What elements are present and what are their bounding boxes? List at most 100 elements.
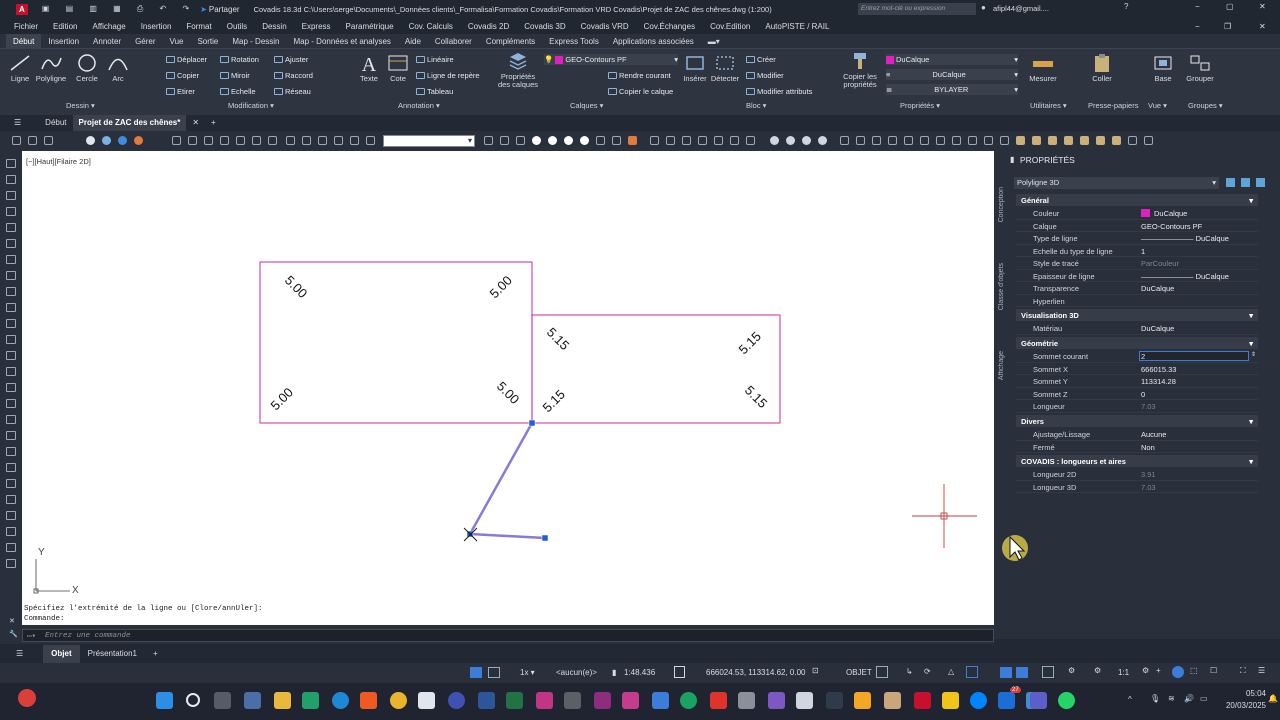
teams-icon[interactable] <box>1030 692 1047 709</box>
menu-item[interactable]: Dessin <box>262 22 286 31</box>
layer-dropdown[interactable]: 💡 GEO-Contours PF ▾ <box>544 54 678 65</box>
array-button[interactable]: Réseau <box>274 87 311 96</box>
word-icon[interactable] <box>478 692 495 709</box>
panel-bloc[interactable]: Bloc ▾ <box>746 101 766 110</box>
search-field[interactable]: Entrez mot-clé ou expression <box>858 3 976 15</box>
menu-item[interactable]: Outils <box>227 22 247 31</box>
toolbar-icon[interactable] <box>1016 136 1025 145</box>
trim-button[interactable]: Ajuster <box>274 55 308 64</box>
toolbar-icon[interactable] <box>856 136 865 145</box>
toolbar-icon[interactable] <box>236 136 245 145</box>
prop-row[interactable]: Matériau DuCalque <box>1016 322 1258 335</box>
grid-toggle-icon[interactable] <box>470 667 482 678</box>
copy-button[interactable]: Copier <box>166 71 199 80</box>
prop-row[interactable]: Hyperlien <box>1016 295 1258 307</box>
calculator-icon[interactable] <box>244 692 261 709</box>
stretch-button[interactable]: Etirer <box>166 87 195 96</box>
app-icon[interactable] <box>998 692 1015 709</box>
toolbar-icon[interactable] <box>952 136 961 145</box>
volume-icon[interactable]: 🔊 <box>1184 694 1194 703</box>
hamburger-menu-icon[interactable]: ☰ <box>8 115 27 131</box>
toolbar-icon[interactable] <box>968 136 977 145</box>
section-visualisation[interactable]: Visualisation 3D ▾ <box>1016 309 1258 321</box>
toolbar-icon[interactable] <box>1080 136 1089 145</box>
leader-button[interactable]: Ligne de repère <box>416 71 480 80</box>
toolbar-icon[interactable] <box>1064 136 1073 145</box>
app-icon[interactable] <box>564 692 581 709</box>
snap-toggle-icon[interactable] <box>488 667 500 678</box>
app-icon[interactable] <box>418 692 435 709</box>
tool-icon[interactable] <box>6 431 16 440</box>
minimize-icon[interactable]: − <box>1195 2 1200 11</box>
menu-item[interactable]: Affichage <box>92 22 125 31</box>
isolate-icon[interactable] <box>1172 666 1184 678</box>
toolbar-icon[interactable] <box>532 136 541 145</box>
tool-icon[interactable] <box>6 367 16 376</box>
toolbar-icon[interactable] <box>1096 136 1105 145</box>
side-tab-affichage[interactable]: Affichage <box>998 351 1005 380</box>
ribbon-tab[interactable]: Map - Données et analyses <box>287 34 398 49</box>
toolbar-icon[interactable] <box>1144 136 1153 145</box>
make-current-button[interactable]: Rendre courant <box>608 71 671 80</box>
ribbon-tab[interactable]: Vue <box>163 34 191 49</box>
prop-row[interactable]: Sommet Z 0 <box>1016 388 1258 400</box>
clock-date[interactable]: 20/03/2025 <box>1218 701 1266 710</box>
paste-button[interactable]: Coller <box>1088 53 1116 83</box>
menu-item[interactable]: Cov.Edition <box>710 22 750 31</box>
ribbon-tab[interactable]: Applications associées <box>606 34 701 49</box>
rotate-button[interactable]: Rotation <box>220 55 259 64</box>
toolbar-icon[interactable] <box>44 136 53 145</box>
app-logo[interactable]: A <box>16 3 28 15</box>
toolbar-icon[interactable] <box>770 136 779 145</box>
table-button[interactable]: Tableau <box>416 87 453 96</box>
wifi-icon[interactable]: ≋ <box>1168 694 1175 703</box>
tool-icon[interactable] <box>6 495 16 504</box>
linear-button[interactable]: Linéaire <box>416 55 454 64</box>
panel-dessin[interactable]: Dessin ▾ <box>66 101 95 110</box>
share-icon[interactable]: ➤ <box>200 5 207 14</box>
toolbar-dropdown[interactable]: ▾ <box>383 135 475 147</box>
lineweight-dropdown[interactable]: ≣ BYLAYER ▾ <box>886 84 1018 95</box>
ribbon-tab[interactable]: Express Tools <box>542 34 606 49</box>
app-icon[interactable] <box>796 692 813 709</box>
model-space-button[interactable]: OBJET <box>846 668 872 677</box>
snap-mode-icon[interactable]: ↳ <box>906 667 913 676</box>
toolbar-icon[interactable] <box>302 136 311 145</box>
transparency-toggle-icon[interactable] <box>1016 667 1028 678</box>
doc-tab-project[interactable]: Projet de ZAC des chênes* <box>72 115 187 131</box>
prop-row[interactable]: Transparence DuCalque <box>1016 282 1258 295</box>
polar-icon[interactable]: △ <box>948 667 954 676</box>
tool-icon[interactable] <box>6 159 16 168</box>
toolbar-icon[interactable] <box>1032 136 1041 145</box>
toolbar-icon[interactable] <box>698 136 707 145</box>
toolbar-icon[interactable] <box>888 136 897 145</box>
tool-icon[interactable] <box>6 271 16 280</box>
menu-item[interactable]: Cov. Calculs <box>409 22 453 31</box>
create-block-button[interactable]: Créer <box>746 55 776 64</box>
sphere-icon[interactable] <box>102 136 111 145</box>
toolbar-icon[interactable] <box>840 136 849 145</box>
circle-button[interactable]: Cercle <box>74 53 100 83</box>
tool-icon[interactable] <box>6 175 16 184</box>
add-layout-icon[interactable]: + <box>145 645 166 663</box>
line-button[interactable]: Ligne <box>8 53 32 83</box>
app-icon[interactable] <box>854 692 871 709</box>
layout-menu-icon[interactable]: ☰ <box>8 645 31 663</box>
prop-row[interactable]: Calque GEO-Contours PF <box>1016 220 1258 232</box>
tool-icon[interactable] <box>6 191 16 200</box>
toolbar-icon[interactable] <box>802 136 811 145</box>
chrome-icon[interactable] <box>390 692 407 709</box>
menu-item[interactable]: Format <box>186 22 211 31</box>
prop-row[interactable]: Type de ligne ——————— DuCalque <box>1016 232 1258 245</box>
match-properties-button[interactable]: Copier les propriétés <box>836 51 884 89</box>
microphone-icon[interactable]: 🎙 <box>1150 694 1160 703</box>
side-tab-classe[interactable]: Classe d'objets <box>998 263 1005 310</box>
scale-button[interactable]: Echelle <box>220 87 256 96</box>
quick-select-icon[interactable] <box>1256 178 1265 187</box>
command-input[interactable]: ▭▾ Entrez une commande <box>22 629 994 642</box>
toolbar-icon[interactable] <box>628 136 637 145</box>
ribbon-tab[interactable]: Insertion <box>41 34 86 49</box>
toolbar-icon[interactable] <box>500 136 509 145</box>
doc-tab-start[interactable]: Début <box>39 115 72 131</box>
app-icon[interactable] <box>826 692 843 709</box>
